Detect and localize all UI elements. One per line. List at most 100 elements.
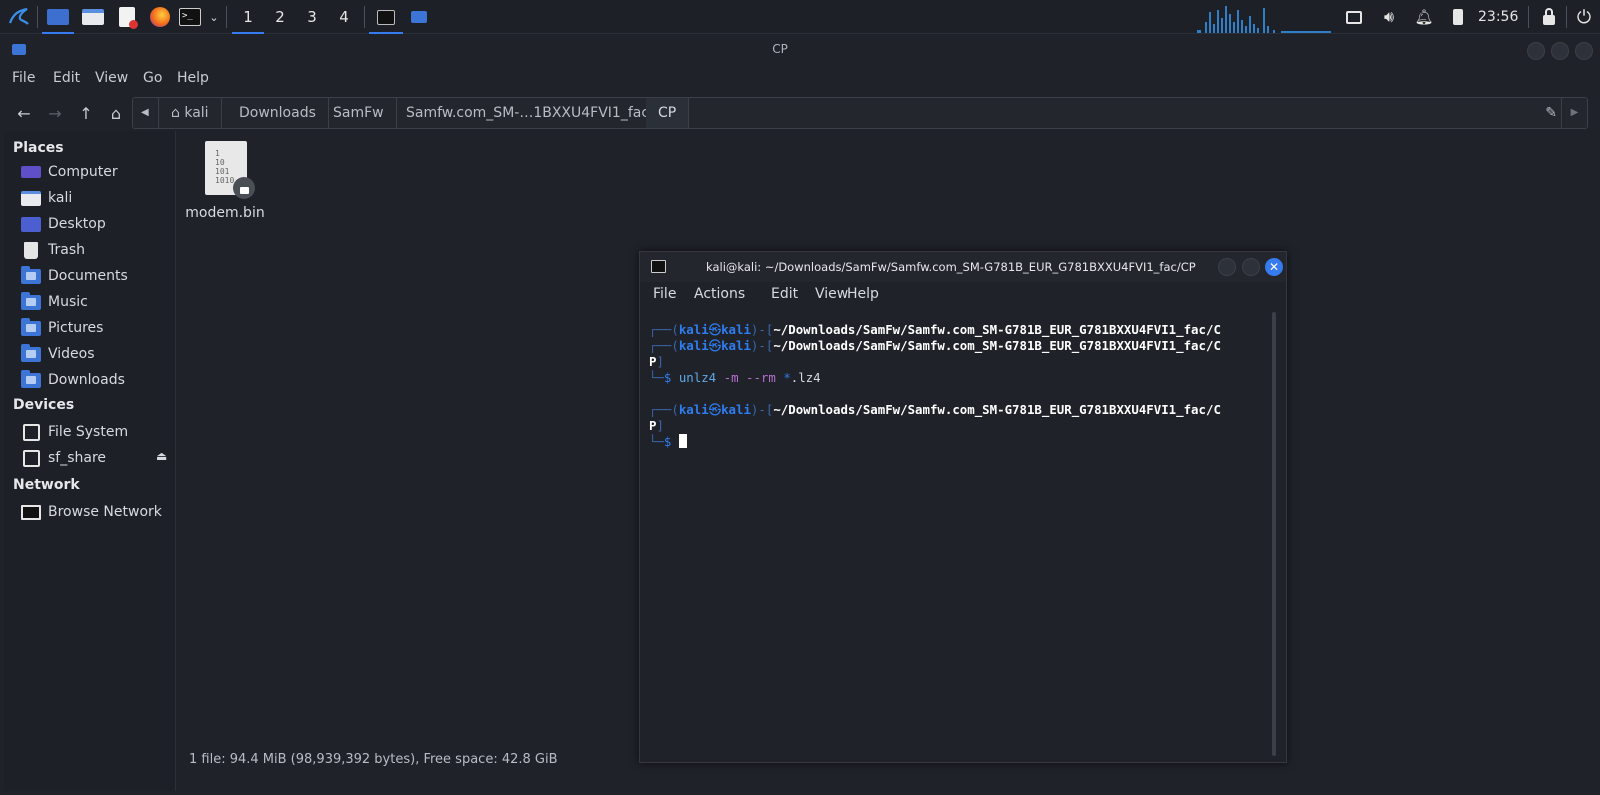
sidebar-item-trash[interactable]: Trash: [20, 238, 172, 262]
workspace-2[interactable]: 2: [264, 0, 296, 34]
workspace-4[interactable]: 4: [328, 0, 360, 34]
menu-view[interactable]: View: [95, 70, 128, 86]
workspace-3[interactable]: 3: [296, 0, 328, 34]
binary-file-icon: 1 10 101 1010: [205, 141, 255, 199]
terminal-menu-help[interactable]: Help: [847, 286, 879, 302]
kali-menu-icon[interactable]: [4, 0, 34, 34]
sidebar-item-kali[interactable]: kali: [20, 186, 172, 210]
command-line: └─$ unlz4 -m --rm *.lz4: [649, 370, 821, 385]
terminal-menu-actions[interactable]: Actions: [694, 286, 745, 302]
forward-icon[interactable]: →: [43, 101, 67, 125]
toolbar: ← → ↑ ⌂ ◀ ⌂ kali Downloads SamFw Samfw.c…: [0, 95, 1600, 131]
sidebar-item-documents[interactable]: Documents: [20, 264, 172, 288]
prompt-line: ┌──(kali㉿kali)-[~/Downloads/SamFw/Samfw.…: [649, 402, 1221, 417]
breadcrumb-samfw[interactable]: SamFw: [321, 98, 397, 128]
breadcrumb: ◀ ⌂ kali Downloads SamFw Samfw.com_SM-…1…: [132, 97, 1588, 129]
sidebar-item-file-system[interactable]: File System: [20, 420, 172, 444]
terminal-title: kali@kali: ~/Downloads/SamFw/Samfw.com_S…: [706, 260, 1196, 274]
launcher-dropdown-icon[interactable]: ⌄: [204, 0, 224, 34]
menu-help[interactable]: Help: [177, 70, 209, 86]
prompt-line: P]: [649, 418, 664, 433]
power-icon[interactable]: ⏻: [1572, 0, 1596, 34]
terminal-menu-view[interactable]: View: [815, 286, 848, 302]
terminal-output[interactable]: ┌──(kali㉿kali)-[~/Downloads/SamFw/Samfw.…: [649, 322, 1269, 752]
sidebar-item-videos[interactable]: Videos: [20, 342, 172, 366]
lock-icon: [233, 177, 255, 199]
show-desktop-icon[interactable]: [42, 0, 74, 34]
battery-icon[interactable]: [1446, 0, 1470, 34]
terminal-minimize-button[interactable]: [1218, 258, 1236, 276]
text-cursor: [678, 434, 687, 448]
desktop-icon: [20, 216, 42, 232]
lock-icon[interactable]: [1535, 0, 1563, 34]
prompt-line: ┌──(kali㉿kali)-[~/Downloads/SamFw/Samfw.…: [649, 322, 1221, 337]
sidebar-item-browse-network[interactable]: Browse Network: [20, 500, 172, 524]
minimize-button[interactable]: [1527, 42, 1545, 60]
breadcrumb-left-arrow[interactable]: ◀: [133, 98, 159, 128]
sidebar-item-music[interactable]: Music: [20, 290, 172, 314]
terminal-menu-edit[interactable]: Edit: [771, 286, 798, 302]
menu-edit[interactable]: Edit: [53, 70, 80, 86]
trash-icon: [20, 241, 42, 259]
breadcrumb-cp[interactable]: CP: [646, 98, 690, 128]
close-button[interactable]: [1575, 42, 1593, 60]
home-folder-icon: [20, 190, 42, 206]
computer-icon: [20, 164, 42, 180]
edit-path-icon[interactable]: ✎: [1545, 105, 1557, 121]
network-header: Network: [13, 477, 80, 493]
sidebar-item-desktop[interactable]: Desktop: [20, 212, 172, 236]
file-manager-task-icon[interactable]: [404, 0, 434, 34]
sidebar: Places Computer kali Desktop Trash Docum…: [4, 131, 176, 791]
volume-icon[interactable]: 🔊︎: [1375, 0, 1403, 34]
shared-drive-icon: [20, 449, 42, 467]
file-manager-titlebar[interactable]: CP: [0, 35, 1600, 65]
top-panel: >_ ⌄ 1 2 3 4 🔊︎ 🔔︎ 23:56 ⏻: [0, 0, 1600, 34]
workspace-1[interactable]: 1: [232, 0, 264, 34]
firefox-icon[interactable]: [145, 0, 175, 34]
clock[interactable]: 23:56: [1478, 0, 1518, 34]
sidebar-item-computer[interactable]: Computer: [20, 160, 172, 184]
home-icon: ⌂: [171, 105, 185, 121]
breadcrumb-downloads[interactable]: Downloads: [227, 98, 329, 128]
maximize-button[interactable]: [1551, 42, 1569, 60]
terminal-scrollbar[interactable]: [1272, 312, 1276, 756]
text-editor-icon[interactable]: [112, 0, 142, 34]
breadcrumb-kali[interactable]: ⌂ kali: [159, 98, 222, 128]
sidebar-item-sf-share[interactable]: sf_share: [20, 446, 172, 470]
music-folder-icon: [20, 291, 42, 310]
terminal-window: kali@kali: ~/Downloads/SamFw/Samfw.com_S…: [639, 251, 1287, 763]
file-name: modem.bin: [185, 205, 265, 221]
window-title: CP: [772, 42, 788, 56]
menu-file[interactable]: File: [12, 70, 35, 86]
breadcrumb-right-arrow[interactable]: ▶: [1561, 98, 1587, 128]
bell-icon[interactable]: 🔔︎: [1410, 0, 1438, 34]
terminal-menubar: File Actions Edit View Help: [640, 282, 1286, 310]
terminal-maximize-button[interactable]: [1242, 258, 1260, 276]
sidebar-item-downloads[interactable]: Downloads: [20, 368, 172, 392]
file-manager-launcher-icon[interactable]: [78, 0, 108, 34]
downloads-folder-icon: [20, 369, 42, 388]
home-icon[interactable]: ⌂: [104, 101, 128, 125]
back-icon[interactable]: ←: [12, 101, 36, 125]
input-line: └─$: [649, 434, 1269, 450]
file-item[interactable]: 1 10 101 1010 modem.bin: [185, 141, 265, 231]
terminal-task-icon[interactable]: [369, 0, 403, 34]
documents-folder-icon: [20, 265, 42, 284]
network-computer-icon: [20, 504, 42, 520]
up-icon[interactable]: ↑: [74, 101, 98, 125]
terminal-close-button[interactable]: ✕: [1265, 258, 1283, 276]
drive-icon: [20, 423, 42, 441]
terminal-menu-file[interactable]: File: [653, 286, 676, 302]
prompt-line: ┌──(kali㉿kali)-[~/Downloads/SamFw/Samfw.…: [649, 338, 1221, 353]
terminal-launcher-icon[interactable]: >_: [177, 0, 203, 34]
devices-header: Devices: [13, 397, 75, 413]
eject-icon[interactable]: ⏏: [156, 449, 167, 463]
network-icon[interactable]: [1340, 0, 1368, 34]
breadcrumb-samfw-package[interactable]: Samfw.com_SM-…1BXXU4FVI1_fac: [394, 98, 663, 128]
sidebar-item-pictures[interactable]: Pictures: [20, 316, 172, 340]
terminal-titlebar[interactable]: kali@kali: ~/Downloads/SamFw/Samfw.com_S…: [640, 252, 1286, 282]
network-graph: [1197, 6, 1331, 33]
terminal-icon: [651, 260, 666, 273]
places-header: Places: [13, 140, 64, 156]
menu-go[interactable]: Go: [143, 70, 162, 86]
